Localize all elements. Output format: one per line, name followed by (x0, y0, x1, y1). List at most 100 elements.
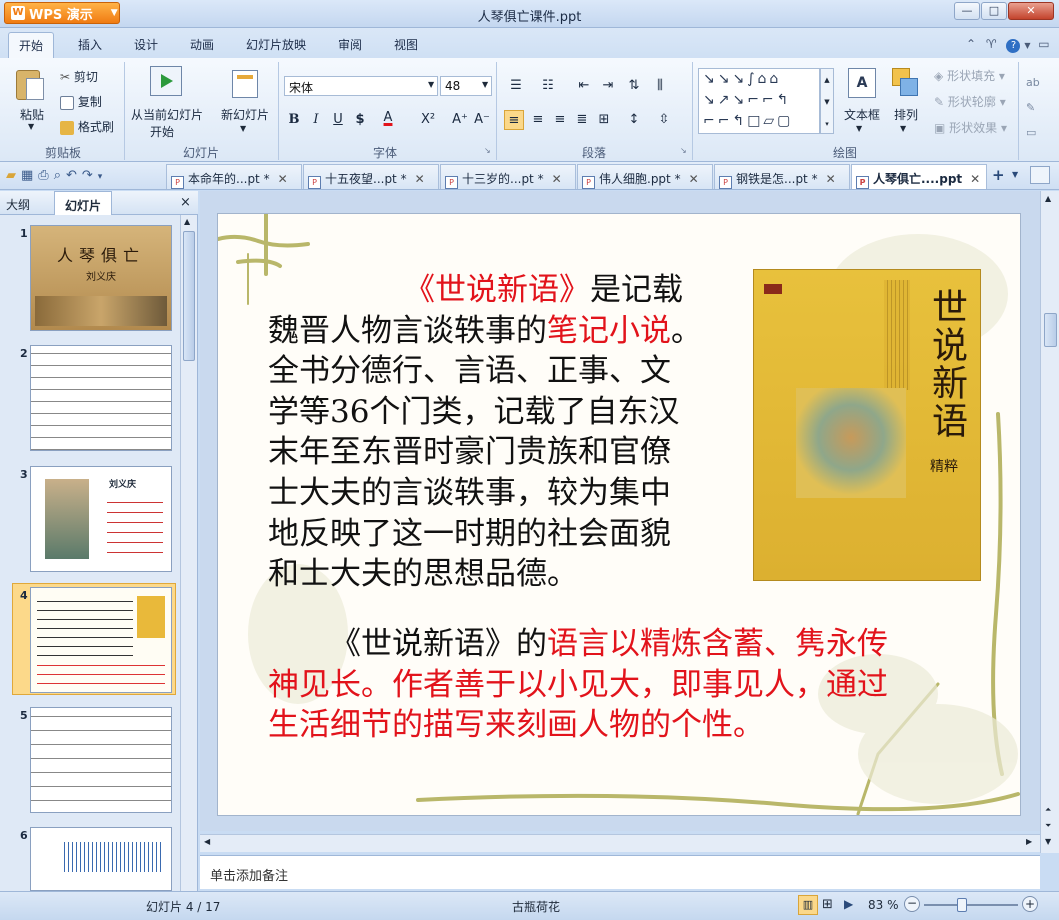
redo-icon[interactable]: ↷ (82, 168, 98, 183)
shape-outline-button[interactable]: ✎ 形状轮廓 ▾ (934, 93, 1006, 110)
shapes-gallery[interactable]: ↘↘↘∫⌂⌂ ↘↗↘⌐⌐↰ ⌐⌐↰□▱▢ (698, 68, 820, 134)
doc-tab[interactable]: P 十五夜望...pt * ✕ (303, 164, 439, 189)
slide-thumbnail-5[interactable] (30, 707, 172, 813)
notes-placeholder[interactable]: 单击添加备注 (210, 865, 288, 884)
font-color-button[interactable]: A (378, 108, 398, 128)
copy-button[interactable]: 复制 (60, 93, 102, 110)
undo-icon[interactable]: ↶ (66, 168, 82, 183)
bell-icon[interactable]: ♈ (986, 37, 997, 51)
scroll-left-icon[interactable]: ◀ (204, 837, 210, 846)
zoom-slider-thumb[interactable] (957, 898, 968, 912)
scroll-thumb[interactable] (183, 231, 195, 361)
close-icon[interactable]: ✕ (278, 172, 288, 186)
dialog-launcher-icon[interactable]: ↘ (484, 146, 491, 155)
horizontal-scrollbar[interactable]: ◀ ▶ (200, 834, 1040, 852)
from-current-slide-start[interactable]: 开始 (150, 123, 174, 140)
new-tab-button[interactable]: + (992, 166, 1005, 184)
bold-button[interactable]: B (284, 110, 304, 130)
superscript-button[interactable]: X² (418, 110, 438, 130)
doc-tab[interactable]: P 本命年的...pt * ✕ (166, 164, 302, 189)
print-icon[interactable]: ⎙ (38, 168, 53, 183)
text-direction-icon[interactable]: ⇅ (624, 76, 644, 96)
tab-outline[interactable]: 大纲 (6, 196, 30, 213)
open-icon[interactable]: ▰ (6, 168, 21, 183)
more-tools-icons[interactable]: ab ✎ ▭ (1026, 70, 1040, 145)
chevron-down-icon[interactable]: ▾ (98, 172, 108, 182)
text-box-icon[interactable]: A (848, 68, 876, 98)
close-panel-button[interactable]: × (180, 195, 191, 210)
scroll-thumb[interactable] (1044, 313, 1057, 347)
slide-thumbnail-4[interactable] (30, 587, 172, 693)
line-spacing-icon[interactable]: ↕ (624, 110, 644, 130)
close-icon[interactable]: ✕ (970, 172, 980, 186)
quick-access-toolbar[interactable]: ▰▦⎙⌕↶↷▾ (6, 168, 107, 183)
slide-sorter-icon[interactable]: ⊞ (822, 897, 833, 912)
slide-canvas[interactable]: 世说新语 精粹 《世说新语》是记载 魏晋人物言谈轶事的笔记小说。 全书分德行、言… (217, 213, 1021, 816)
align-center-button[interactable]: ≡ (528, 110, 548, 130)
zoom-slider-track[interactable] (924, 904, 1018, 906)
slide-thumbnail-6[interactable] (30, 827, 172, 891)
doc-tab[interactable]: P 伟人细胞.ppt * ✕ (577, 164, 713, 189)
from-current-slide-button[interactable]: 从当前幻灯片 (131, 106, 203, 123)
tab-review[interactable]: 审阅 (338, 36, 362, 53)
tab-animation[interactable]: 动画 (190, 36, 214, 53)
chevron-down-icon[interactable]: ▼ (482, 80, 488, 89)
chevron-down-icon[interactable]: ▼ (28, 122, 34, 131)
shapes-gallery-scroll[interactable]: ▲ ▼ ▾ (820, 68, 834, 134)
scroll-down-icon[interactable]: ▼ (1045, 837, 1051, 846)
theme-name[interactable]: 古瓶荷花 (512, 898, 560, 915)
dialog-launcher-icon[interactable]: ↘ (680, 146, 687, 155)
thumbnail-scrollbar[interactable]: ▲ (180, 215, 197, 891)
new-slide-button[interactable]: 新幻灯片 (221, 106, 269, 123)
scroll-up-icon[interactable]: ▲ (184, 217, 190, 226)
paste-icon[interactable] (16, 66, 48, 102)
shape-fill-button[interactable]: ◈ 形状填充 ▾ (934, 67, 1005, 84)
paragraph-spacing-icon[interactable]: ⇳ (654, 110, 674, 130)
chevron-down-icon[interactable]: ▼ (856, 124, 862, 133)
slideshow-view-icon[interactable]: ▶ (844, 897, 853, 911)
close-icon[interactable]: ✕ (826, 172, 836, 186)
chevron-down-icon[interactable]: ▼ (1024, 41, 1030, 50)
prev-slide-icon[interactable]: ⏶ (1045, 805, 1051, 815)
doc-tab[interactable]: P 十三岁的...pt * ✕ (440, 164, 576, 189)
next-slide-icon[interactable]: ⏷ (1045, 821, 1051, 831)
close-icon[interactable]: ✕ (415, 172, 425, 186)
help-icon[interactable]: ? (1006, 39, 1021, 53)
tab-slideshow[interactable]: 幻灯片放映 (246, 36, 306, 53)
arrange-icon[interactable] (892, 68, 918, 96)
doc-tab-active[interactable]: P 人琴俱亡....ppt ✕ (851, 164, 987, 189)
restore-ribbon-icon[interactable]: ▭ (1038, 37, 1049, 51)
zoom-in-button[interactable]: + (1022, 896, 1038, 912)
paste-button[interactable]: 粘贴 (20, 106, 44, 123)
numbering-icon[interactable]: ☷ (538, 76, 558, 96)
shadow-s-button[interactable]: $ (350, 110, 370, 130)
new-slide-icon[interactable] (232, 70, 258, 98)
minimize-button[interactable]: — (954, 2, 980, 20)
shrink-font-icon[interactable]: A⁻ (472, 110, 492, 130)
normal-view-icon[interactable]: ▥ (798, 895, 818, 915)
slide-thumbnail-2[interactable] (30, 345, 172, 451)
tab-design[interactable]: 设计 (134, 36, 158, 53)
close-window-button[interactable]: ✕ (1008, 2, 1054, 20)
tab-view[interactable]: 视图 (394, 36, 418, 53)
underline-button[interactable]: U (328, 110, 348, 130)
text-box-button[interactable]: 文本框 (844, 106, 880, 123)
chevron-up-icon[interactable]: ⌃ (966, 37, 976, 51)
italic-button[interactable]: I (306, 110, 326, 130)
tab-list-icon[interactable] (1030, 166, 1050, 184)
close-icon[interactable]: ✕ (689, 172, 699, 186)
slide-scrollbar[interactable]: ▲ ⏶ ⏷ ▼ (1040, 191, 1059, 853)
grow-font-icon[interactable]: A⁺ (450, 110, 470, 130)
arrange-button[interactable]: 排列 (894, 106, 918, 123)
tab-insert[interactable]: 插入 (78, 36, 102, 53)
cut-button[interactable]: ✂ 剪切 (60, 68, 98, 85)
decrease-indent-icon[interactable]: ⇤ (574, 76, 594, 96)
notes-pane[interactable]: 单击添加备注 (200, 855, 1040, 889)
chevron-down-icon[interactable]: ▼ (240, 124, 246, 133)
close-icon[interactable]: ✕ (552, 172, 562, 186)
distribute-button[interactable]: ⊞ (594, 110, 614, 130)
preview-icon[interactable]: ⌕ (54, 168, 66, 183)
doc-tab[interactable]: P 钢铁是怎...pt * ✕ (714, 164, 850, 189)
align-right-button[interactable]: ≡ (550, 110, 570, 130)
align-text-icon[interactable]: ⫼ (650, 76, 670, 96)
